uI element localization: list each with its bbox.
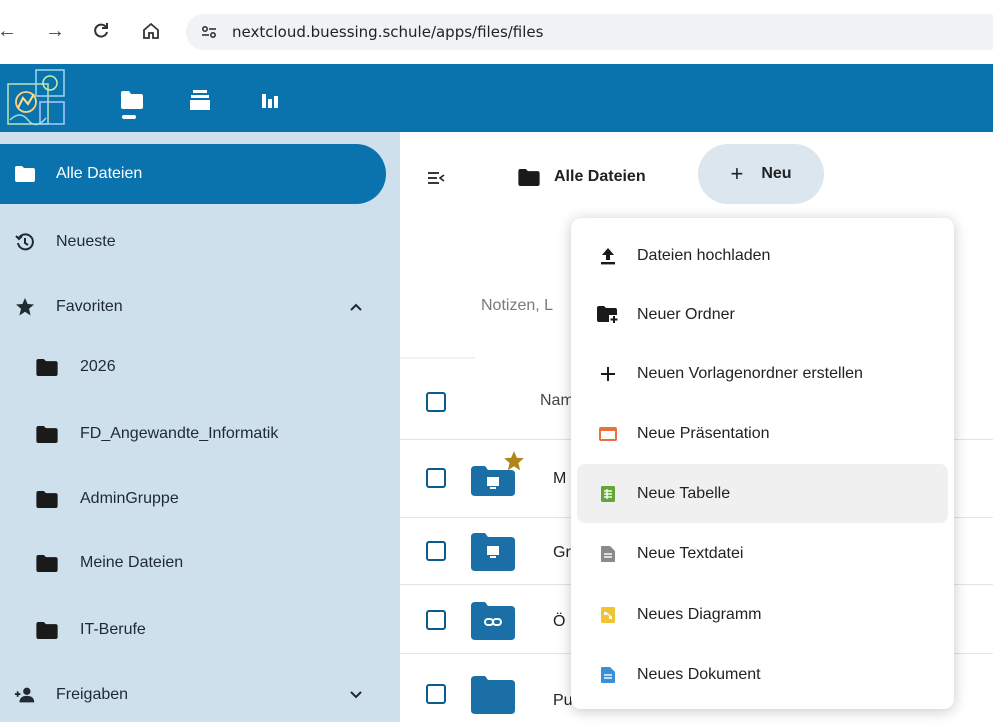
upload-icon [597,245,619,267]
reload-icon[interactable] [88,18,114,44]
menu-item-label: Neues Diagramm [637,605,762,623]
folder-icon [36,356,58,378]
menu-item-label: Dateien hochladen [637,246,771,264]
divider [400,357,475,359]
menu-item-new-textfile[interactable]: Neue Textdatei [577,524,948,583]
row-name: M [553,470,567,487]
menu-item-label: Neues Dokument [637,665,761,683]
breadcrumb-label: Alle Dateien [554,168,646,185]
sidebar-item-label: 2026 [80,358,116,375]
sidebar-item-alle-dateien[interactable]: Alle Dateien [0,144,386,204]
forward-icon[interactable]: → [42,18,68,44]
sidebar: Alle Dateien Neueste Favoriten 2026 FD_A… [0,132,400,722]
column-header-name[interactable]: Nam [540,392,574,410]
row-checkbox[interactable] [426,684,446,704]
menu-item-new-folder[interactable]: Neuer Ordner [577,285,948,344]
folder-icon [36,619,58,641]
chevron-up-icon[interactable] [348,299,364,315]
dashboard-icon[interactable] [256,86,284,114]
new-button[interactable]: + Neu [698,144,824,204]
spreadsheet-icon [597,483,619,505]
activity-icon[interactable] [186,86,214,114]
plus-icon: + [730,161,744,186]
breadcrumb[interactable]: Alle Dateien [518,160,646,194]
browser-toolbar: ← → nextcloud.buessing.schule/apps/files… [0,0,993,64]
folder-icon [518,166,540,188]
sidebar-item-label: FD_Angewandte_Informatik [80,425,279,442]
document-icon [597,664,619,686]
logo-icon[interactable] [6,68,70,128]
toggle-navigation-icon[interactable] [422,164,450,192]
sidebar-item-freigaben[interactable]: Freigaben [0,665,386,725]
menu-item-new-presentation[interactable]: Neue Präsentation [577,404,948,463]
folder-icon [36,488,58,510]
chevron-down-icon[interactable] [348,687,364,703]
folder-icon [14,163,36,185]
sidebar-item-neueste[interactable]: Neueste [0,212,386,272]
sidebar-item-label: Freigaben [56,686,129,703]
sidebar-item-fd-angewandte-informatik[interactable]: FD_Angewandte_Informatik [0,404,386,464]
new-button-label: Neu [761,165,792,182]
menu-item-new-spreadsheet[interactable]: Neue Tabelle [577,464,948,523]
sidebar-item-label: Meine Dateien [80,554,184,571]
folder-icon [471,676,515,714]
app-header [0,64,993,132]
row-name: Gr [553,544,571,561]
home-icon[interactable] [138,18,164,44]
menu-item-label: Neuer Ordner [637,305,735,323]
sidebar-item-2026[interactable]: 2026 [0,337,386,397]
row-checkbox[interactable] [426,610,446,630]
menu-item-new-document[interactable]: Neues Dokument [577,645,948,704]
sidebar-item-label: AdminGruppe [80,490,179,507]
sidebar-item-label: IT-Berufe [80,621,146,638]
row-name: Ö [553,613,566,630]
textfile-icon [597,543,619,565]
row-checkbox[interactable] [426,468,446,488]
menu-item-label: Neue Tabelle [637,484,731,502]
sidebar-item-label: Neueste [56,233,116,250]
plus-icon [597,363,619,385]
folder-icon [36,423,58,445]
group-folder-icon [471,533,515,571]
menu-item-label: Neuen Vorlagenordner erstellen [637,364,863,382]
folder-plus-icon [597,304,619,326]
history-icon [14,231,36,253]
menu-item-new-template-folder[interactable]: Neuen Vorlagenordner erstellen [577,344,948,403]
folder-icon [36,552,58,574]
menu-item-upload[interactable]: Dateien hochladen [577,226,948,285]
share-icon [14,684,36,706]
notes-text: Notizen, L [481,297,554,314]
row-checkbox[interactable] [426,541,446,561]
site-settings-icon[interactable] [198,21,220,43]
address-bar[interactable]: nextcloud.buessing.schule/apps/files/fil… [186,14,993,50]
files-icon[interactable] [118,86,146,114]
sidebar-item-label: Favoriten [56,298,123,315]
back-icon[interactable]: ← [0,18,20,44]
sidebar-item-it-berufe[interactable]: IT-Berufe [0,600,386,660]
menu-item-new-diagram[interactable]: Neues Diagramm [577,585,948,644]
sidebar-item-label: Alle Dateien [56,165,143,182]
link-folder-icon [471,602,515,640]
menu-item-label: Neue Textdatei [637,544,744,562]
diagram-icon [597,604,619,626]
sidebar-item-meine-dateien[interactable]: Meine Dateien [0,533,386,593]
select-all-checkbox[interactable] [426,392,446,412]
url-text: nextcloud.buessing.schule/apps/files/fil… [232,23,544,41]
new-menu: Dateien hochladen Neuer Ordner Neuen Vor… [571,218,954,709]
sidebar-item-admingruppe[interactable]: AdminGruppe [0,469,386,529]
presentation-icon [597,423,619,445]
favorite-star-icon [503,450,525,472]
active-app-indicator [122,115,136,119]
menu-item-label: Neue Präsentation [637,424,770,442]
star-icon [14,296,36,318]
sidebar-item-favoriten[interactable]: Favoriten [0,277,386,337]
